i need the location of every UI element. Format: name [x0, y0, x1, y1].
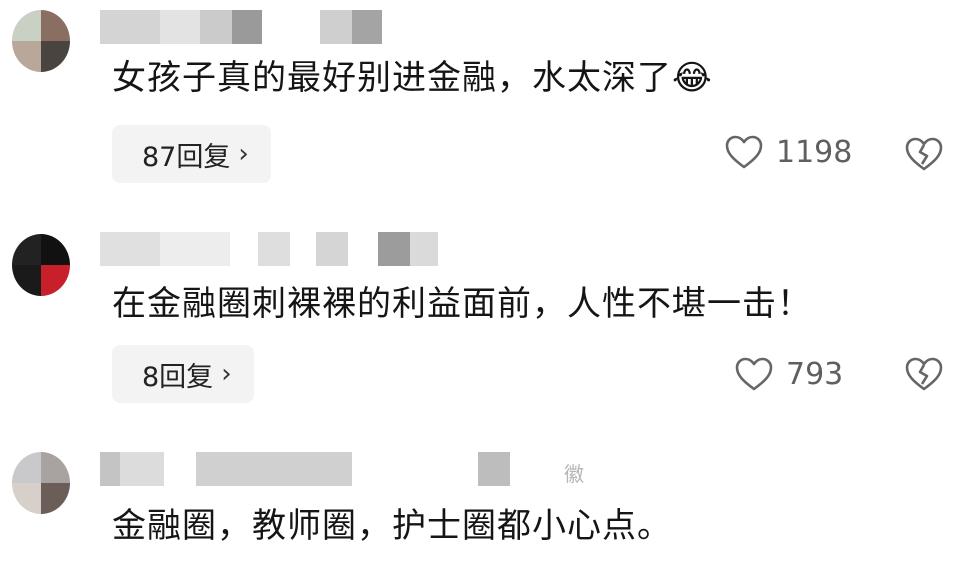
comment-text-content: 女孩子真的最好别进金融，水太深了 — [112, 58, 672, 98]
laughing-crying-emoji-icon: 😂 — [672, 58, 713, 98]
reply-count-label: 8回复 — [142, 361, 214, 393]
heart-outline-icon — [734, 356, 774, 392]
like-count: 793 — [786, 356, 844, 392]
avatar[interactable] — [12, 452, 70, 514]
dislike-button[interactable] — [904, 356, 944, 392]
broken-heart-icon — [904, 136, 944, 172]
avatar[interactable] — [12, 234, 70, 296]
like-button[interactable]: 1198 — [724, 134, 852, 170]
username-blurred[interactable] — [100, 10, 382, 44]
ip-region-label: 徽 — [564, 462, 584, 486]
like-button[interactable]: 793 — [734, 356, 843, 392]
username-blurred[interactable] — [100, 452, 510, 486]
dislike-button[interactable] — [904, 136, 944, 172]
chevron-right-icon: › — [238, 139, 249, 169]
heart-outline-icon — [724, 134, 764, 170]
broken-heart-icon — [904, 356, 944, 392]
comment-text: 金融圈，教师圈，护士圈都小心点。 — [112, 506, 672, 546]
comment-text: 在金融圈刺裸裸的利益面前，人性不堪一击！ — [112, 284, 812, 324]
reply-count-label: 87回复 — [142, 141, 231, 173]
chevron-right-icon: › — [221, 359, 232, 389]
comment-text: 女孩子真的最好别进金融，水太深了😂 — [112, 58, 713, 98]
avatar[interactable] — [12, 10, 70, 72]
view-replies-button[interactable]: 8回复 › — [112, 345, 254, 403]
comment-text-content: 金融圈，教师圈，护士圈都小心点。 — [112, 506, 672, 546]
comment-text-content: 在金融圈刺裸裸的利益面前，人性不堪一击！ — [112, 284, 812, 324]
like-count: 1198 — [776, 134, 853, 170]
username-blurred[interactable] — [100, 232, 438, 266]
view-replies-button[interactable]: 87回复 › — [112, 125, 271, 183]
